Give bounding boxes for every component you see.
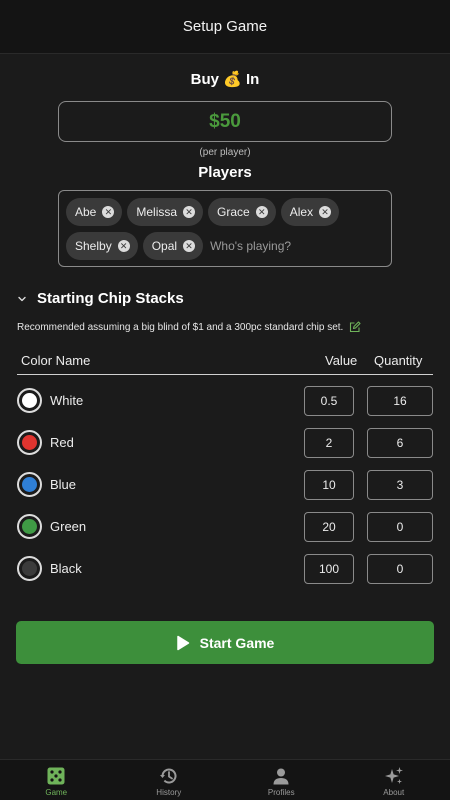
start-game-button[interactable]: Start Game bbox=[16, 621, 434, 664]
chip-value-input[interactable]: 100 bbox=[304, 554, 354, 584]
player-chip-label: Shelby bbox=[75, 239, 112, 253]
nav-label-profiles: Profiles bbox=[267, 788, 295, 797]
player-chip: Melissa ✕ bbox=[127, 198, 204, 226]
player-chip: Opal ✕ bbox=[142, 232, 204, 260]
remove-player-icon[interactable]: ✕ bbox=[319, 206, 332, 218]
chip-color-name: Red bbox=[50, 435, 74, 450]
start-game-label: Start Game bbox=[199, 634, 275, 651]
chip-color-swatch bbox=[17, 514, 42, 539]
chip-value-input[interactable]: 2 bbox=[304, 428, 354, 458]
chip-stacks-title: Starting Chip Stacks bbox=[37, 290, 184, 307]
chip-quantity-input[interactable]: 0 bbox=[367, 512, 433, 542]
chip-color-name: Green bbox=[50, 519, 87, 534]
chip-color-swatch bbox=[17, 430, 42, 455]
play-icon bbox=[176, 635, 189, 650]
chevron-down-icon bbox=[18, 296, 26, 301]
nav-item-history[interactable]: History bbox=[113, 760, 226, 800]
buy-in-title-pre: Buy bbox=[190, 71, 219, 88]
remove-player-icon[interactable]: ✕ bbox=[255, 206, 268, 218]
chip-color-name: White bbox=[50, 393, 84, 408]
player-chip: Shelby ✕ bbox=[66, 232, 138, 260]
sparkles-icon bbox=[384, 767, 403, 784]
buy-in-input[interactable]: $50 bbox=[58, 101, 392, 142]
app-header: Setup Game bbox=[0, 0, 450, 54]
nav-item-game[interactable]: Game bbox=[0, 760, 113, 800]
column-quantity: Quantity bbox=[374, 353, 423, 368]
bottom-nav: Game History Profiles About bbox=[0, 759, 450, 800]
chip-quantity-input[interactable]: 3 bbox=[367, 470, 433, 500]
chip-row-green: Green 20 0 bbox=[17, 512, 433, 542]
chip-value-input[interactable]: 10 bbox=[304, 470, 354, 500]
chip-table-header: Color Name Value Quantity bbox=[17, 351, 433, 375]
players-field[interactable]: Abe ✕ Melissa ✕ Grace ✕ Alex ✕ Shelby ✕ … bbox=[58, 190, 392, 267]
player-chip: Alex ✕ bbox=[280, 198, 340, 226]
header-title: Setup Game bbox=[182, 18, 268, 35]
player-chip: Abe ✕ bbox=[66, 198, 123, 226]
player-chip-label: Melissa bbox=[136, 205, 178, 219]
chip-row-blue: Blue 10 3 bbox=[17, 470, 433, 500]
chip-row-red: Red 2 6 bbox=[17, 428, 433, 458]
remove-player-icon[interactable]: ✕ bbox=[183, 240, 196, 252]
chip-stacks-toggle[interactable]: Starting Chip Stacks bbox=[17, 290, 184, 307]
chip-color-swatch bbox=[17, 388, 42, 413]
chip-color-fill bbox=[22, 477, 37, 492]
dice-icon bbox=[47, 767, 65, 785]
chip-color-fill bbox=[22, 435, 37, 450]
chip-color-swatch bbox=[17, 472, 42, 497]
buy-in-title-post: In bbox=[246, 71, 260, 88]
nav-item-about[interactable]: About bbox=[338, 760, 450, 800]
chip-quantity-input[interactable]: 6 bbox=[367, 428, 433, 458]
player-name-input[interactable] bbox=[208, 232, 319, 260]
chip-color-fill bbox=[22, 519, 37, 534]
chip-value-input[interactable]: 20 bbox=[304, 512, 354, 542]
player-chip-label: Opal bbox=[151, 239, 178, 253]
player-chip-label: Abe bbox=[75, 205, 97, 219]
chip-quantity-input[interactable]: 0 bbox=[367, 554, 433, 584]
buy-in-value: $50 bbox=[209, 110, 241, 132]
players-title: Players bbox=[198, 164, 252, 181]
column-color-name: Color Name bbox=[21, 353, 91, 368]
player-chip-label: Alex bbox=[289, 205, 314, 219]
buy-in-note: (per player) bbox=[199, 147, 251, 158]
chip-quantity-input[interactable]: 16 bbox=[367, 386, 433, 416]
recommendation-note: Recommended assuming a big blind of $1 a… bbox=[17, 321, 361, 333]
nav-label-history: History bbox=[156, 788, 182, 797]
remove-player-icon[interactable]: ✕ bbox=[117, 240, 130, 252]
chip-color-fill bbox=[22, 561, 37, 576]
chip-row-black: Black 100 0 bbox=[17, 554, 433, 584]
chip-color-fill bbox=[22, 393, 37, 408]
chip-value-input[interactable]: 0.5 bbox=[304, 386, 354, 416]
edit-icon[interactable] bbox=[349, 321, 361, 333]
money-bag-icon: 💰 bbox=[223, 71, 242, 88]
player-chip-label: Grace bbox=[217, 205, 250, 219]
nav-item-profiles[interactable]: Profiles bbox=[225, 760, 338, 800]
person-icon bbox=[273, 768, 289, 785]
chip-row-white: White 0.5 16 bbox=[17, 386, 433, 416]
chip-color-swatch bbox=[17, 556, 42, 581]
buy-in-title: Buy 💰 In bbox=[0, 70, 450, 88]
nav-label-game: Game bbox=[45, 788, 68, 797]
chip-color-name: Blue bbox=[50, 477, 77, 492]
column-value: Value bbox=[325, 353, 358, 368]
history-icon bbox=[159, 768, 177, 784]
recommendation-text: Recommended assuming a big blind of $1 a… bbox=[17, 321, 344, 333]
chip-color-name: Black bbox=[50, 561, 82, 576]
remove-player-icon[interactable]: ✕ bbox=[102, 206, 115, 218]
player-chip: Grace ✕ bbox=[208, 198, 276, 226]
nav-label-about: About bbox=[383, 788, 405, 797]
remove-player-icon[interactable]: ✕ bbox=[183, 206, 196, 218]
